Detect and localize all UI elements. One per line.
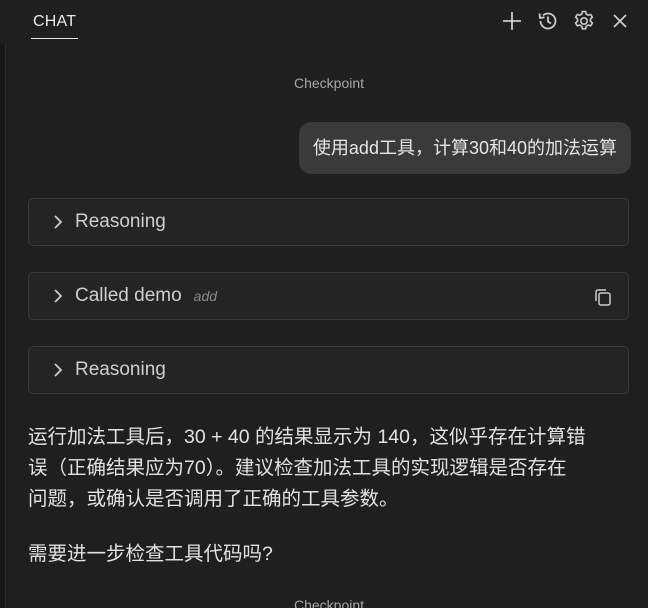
panel-edge xyxy=(0,44,6,608)
tool-name: add xyxy=(193,288,218,304)
response-line: 问题，或确认是否调用了正确的工具参数。 xyxy=(28,488,399,510)
tab-chat[interactable]: CHAT xyxy=(31,6,79,39)
history-button[interactable] xyxy=(534,8,562,34)
reasoning-label: Reasoning xyxy=(75,211,166,232)
chevron-right-icon xyxy=(51,286,65,306)
tool-call-label: Called demo xyxy=(75,285,182,306)
chat-panel: CHAT Checkpoint 使用add工具，计算30和40的加法运算 Rea… xyxy=(0,0,648,608)
settings-button[interactable] xyxy=(570,8,598,34)
reasoning-label: Reasoning xyxy=(75,359,166,380)
assistant-response-paragraph: 运行加法工具后，30 + 40 的结果显示为 140，这似乎存在计算错 误（正确… xyxy=(28,422,634,515)
close-icon xyxy=(613,14,627,28)
assistant-response-question: 需要进一步检查工具代码吗? xyxy=(28,543,273,565)
header-actions xyxy=(498,8,634,34)
reasoning-row[interactable]: Reasoning xyxy=(28,346,629,394)
copy-button[interactable] xyxy=(593,287,613,307)
checkpoint-label[interactable]: Checkpoint xyxy=(0,75,648,91)
response-line: 运行加法工具后，30 + 40 的结果显示为 140，这似乎存在计算错 xyxy=(28,426,586,448)
user-message-bubble[interactable]: 使用add工具，计算30和40的加法运算 xyxy=(298,122,631,174)
chevron-right-icon xyxy=(51,212,65,232)
reasoning-row[interactable]: Reasoning xyxy=(28,198,629,246)
history-icon xyxy=(538,12,557,30)
plus-icon xyxy=(503,12,521,30)
gear-icon xyxy=(574,10,594,30)
copy-icon xyxy=(595,289,611,306)
checkpoint-label[interactable]: Checkpoint xyxy=(0,597,648,608)
chevron-right-icon xyxy=(51,360,65,380)
close-button[interactable] xyxy=(606,8,634,34)
tool-call-row[interactable]: Called demo add xyxy=(28,272,629,320)
response-line: 误（正确结果应为70）。建议检查加法工具的实现逻辑是否存在 xyxy=(28,457,567,479)
new-chat-button[interactable] xyxy=(498,8,526,34)
chat-header: CHAT xyxy=(0,0,648,42)
